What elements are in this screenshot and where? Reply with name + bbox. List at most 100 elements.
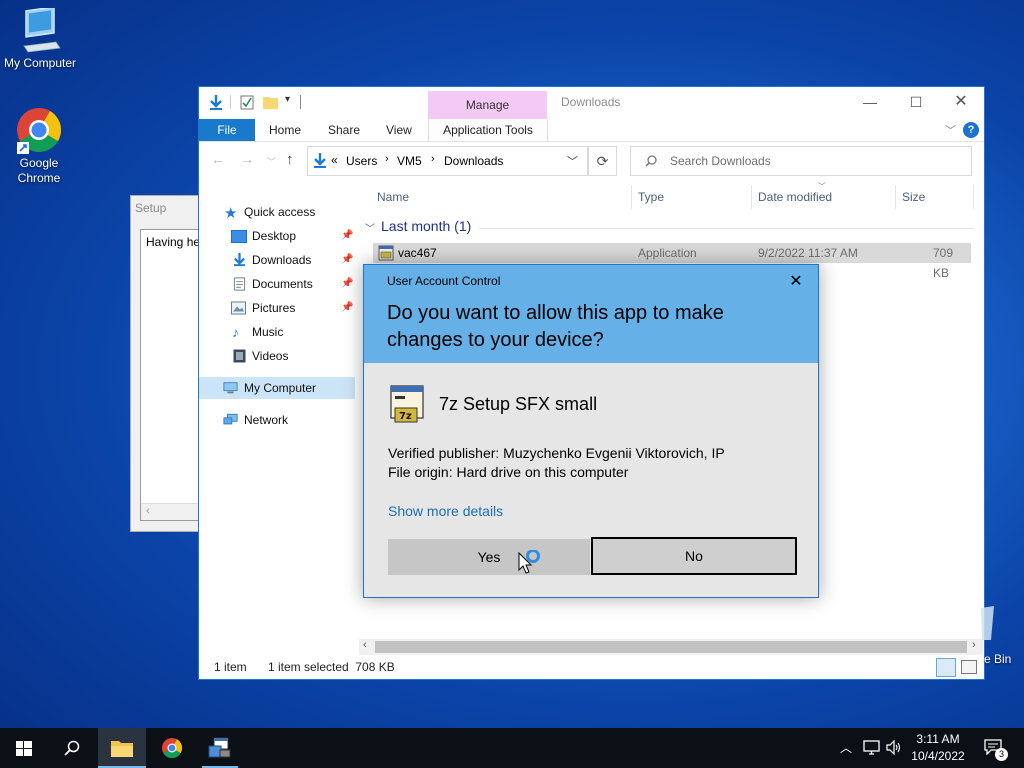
new-folder-icon[interactable] — [263, 95, 278, 109]
table-row[interactable]: vac467 Application 9/2/2022 11:37 AM 709… — [373, 243, 971, 280]
desktop-icon-my-computer[interactable]: My Computer — [0, 8, 80, 71]
sidebar-item-music[interactable]: ♪ Music — [199, 321, 355, 343]
application-icon: 7z — [390, 385, 424, 423]
close-button[interactable]: ✕ — [938, 87, 984, 117]
scroll-right-icon[interactable]: › — [972, 639, 976, 651]
setup-text-box[interactable]: Having help ‹ — [140, 229, 206, 521]
taskbar-file-explorer[interactable] — [98, 728, 146, 768]
pin-icon[interactable]: 📌 — [341, 297, 353, 319]
sidebar-item-quick-access[interactable]: ★ Quick access — [199, 201, 355, 223]
yes-button[interactable]: Yes — [388, 539, 590, 575]
tab-manage[interactable]: Manage — [428, 91, 547, 119]
volume-icon[interactable] — [886, 740, 902, 755]
sidebar-item-label: Network — [244, 413, 289, 427]
up-arrow-icon[interactable]: ↑ — [286, 151, 294, 168]
sidebar-item-network[interactable]: Network — [199, 409, 355, 431]
uac-publisher: Verified publisher: Muzychenko Evgenii V… — [388, 445, 725, 461]
group-header[interactable]: Last month (1) — [381, 218, 471, 234]
breadcrumb-downloads[interactable]: Downloads — [444, 154, 503, 168]
scroll-left-icon[interactable]: ‹ — [363, 639, 367, 651]
uac-dialog[interactable]: User Account Control ✕ Do you want to al… — [363, 264, 819, 598]
recycle-bin-icon[interactable] — [980, 606, 996, 642]
minimize-button[interactable]: — — [847, 87, 893, 117]
setup-window[interactable]: Setup Having help ‹ — [130, 195, 206, 532]
breadcrumb-vm5[interactable]: VM5 — [397, 154, 422, 168]
help-icon[interactable]: ? — [963, 122, 979, 138]
tab-view[interactable]: View — [386, 119, 412, 141]
customize-toolbar-icon[interactable]: ▾ — [285, 94, 290, 105]
taskbar-clock[interactable]: 3:11 AM 10/4/2022 — [906, 731, 970, 765]
uac-question: Do you want to allow this app to make ch… — [387, 302, 724, 351]
column-divider[interactable] — [631, 185, 632, 209]
forward-arrow-icon[interactable]: → — [240, 151, 254, 167]
taskbar-chrome[interactable] — [148, 728, 196, 768]
large-icons-view-icon[interactable] — [961, 660, 977, 674]
computer-icon — [23, 8, 61, 53]
star-icon: ★ — [224, 205, 238, 222]
explorer-titlebar[interactable]: ▾ Manage Downloads — ☐ ✕ — [199, 87, 984, 119]
sidebar-item-my-computer[interactable]: My Computer — [199, 377, 355, 399]
sidebar-item-desktop[interactable]: Desktop 📌 — [199, 225, 355, 247]
show-hidden-icons-icon[interactable]: ︿ — [840, 739, 852, 756]
tab-application-tools[interactable]: Application Tools — [428, 119, 548, 141]
recycle-bin-label[interactable]: e Bin — [984, 652, 1011, 666]
folder-icon — [111, 741, 133, 757]
setup-horizontal-scrollbar[interactable]: ‹ — [141, 503, 205, 520]
quick-access-toolbar-down-icon[interactable] — [208, 94, 224, 110]
collapse-group-icon[interactable]: ﹀ — [365, 220, 375, 235]
taskbar: ︿ 3:11 AM 10/4/2022 3 — [0, 728, 1024, 768]
mouse-cursor-icon — [518, 550, 540, 574]
horizontal-scrollbar[interactable]: ‹ › — [359, 639, 983, 655]
pin-icon[interactable]: 📌 — [341, 273, 353, 295]
column-divider[interactable] — [751, 185, 752, 209]
search-button[interactable] — [48, 728, 96, 768]
file-type: Application — [638, 246, 697, 260]
expand-ribbon-icon[interactable]: ﹀ — [945, 122, 956, 138]
back-arrow-icon[interactable]: ← — [211, 151, 225, 167]
uac-file-origin: File origin: Hard drive on this computer — [388, 464, 629, 480]
maximize-button[interactable]: ☐ — [893, 87, 939, 117]
refresh-button[interactable]: ⟳ — [588, 146, 617, 176]
tab-file[interactable]: File — [199, 119, 255, 141]
properties-icon[interactable] — [240, 95, 254, 110]
sidebar-item-videos[interactable]: Videos — [199, 345, 355, 367]
network-tray-icon[interactable] — [863, 740, 880, 755]
no-button[interactable]: No — [591, 537, 797, 575]
column-divider[interactable] — [973, 185, 974, 209]
breadcrumb-users[interactable]: Users — [346, 154, 377, 168]
column-header-name[interactable]: Name — [377, 187, 409, 207]
details-view-icon[interactable] — [936, 658, 956, 677]
setup-app-icon — [208, 737, 231, 758]
close-icon[interactable]: ✕ — [784, 271, 808, 291]
sidebar-item-label: Downloads — [252, 253, 312, 267]
file-date-modified: 9/2/2022 11:37 AM — [758, 246, 858, 260]
scrollbar-thumb[interactable] — [375, 641, 967, 653]
tab-home[interactable]: Home — [269, 119, 301, 141]
recent-locations-icon[interactable]: ﹀ — [267, 155, 276, 168]
sidebar-item-documents[interactable]: Documents 📌 — [199, 273, 355, 295]
address-dropdown-icon[interactable]: ﹀ — [567, 153, 578, 169]
column-header-type[interactable]: Type — [638, 187, 664, 207]
address-bar[interactable]: « Users › VM5 › Downloads ﹀ — [307, 146, 588, 176]
sidebar-item-pictures[interactable]: Pictures 📌 — [199, 297, 355, 319]
downloads-icon — [233, 253, 246, 267]
start-button[interactable] — [0, 728, 48, 768]
search-input[interactable]: Search Downloads — [630, 146, 972, 176]
status-bar: 1 item 1 item selected 708 KB — [199, 655, 984, 679]
tab-share[interactable]: Share — [328, 119, 360, 141]
show-more-details-link[interactable]: Show more details — [388, 503, 503, 519]
pin-icon[interactable]: 📌 — [341, 249, 353, 271]
desktop-icon-chrome[interactable]: Google Chrome — [0, 106, 79, 186]
sidebar-item-label: Pictures — [252, 301, 296, 315]
column-divider[interactable] — [895, 185, 896, 209]
action-center-button[interactable]: 3 — [980, 728, 1012, 768]
uac-header: User Account Control ✕ Do you want to al… — [364, 265, 818, 363]
column-header-size[interactable]: Size — [902, 187, 925, 207]
sidebar-item-downloads[interactable]: Downloads 📌 — [199, 249, 355, 271]
address-row: ← → ﹀ ↑ « Users › VM5 › Downloads ﹀ ⟳ Se… — [199, 143, 984, 179]
address-overflow-chevron[interactable]: « — [331, 153, 338, 167]
scroll-left-icon[interactable]: ‹ — [146, 505, 150, 517]
pin-icon[interactable]: 📌 — [341, 225, 353, 247]
taskbar-setup-app[interactable] — [196, 728, 244, 768]
svg-text:7z: 7z — [399, 411, 412, 422]
